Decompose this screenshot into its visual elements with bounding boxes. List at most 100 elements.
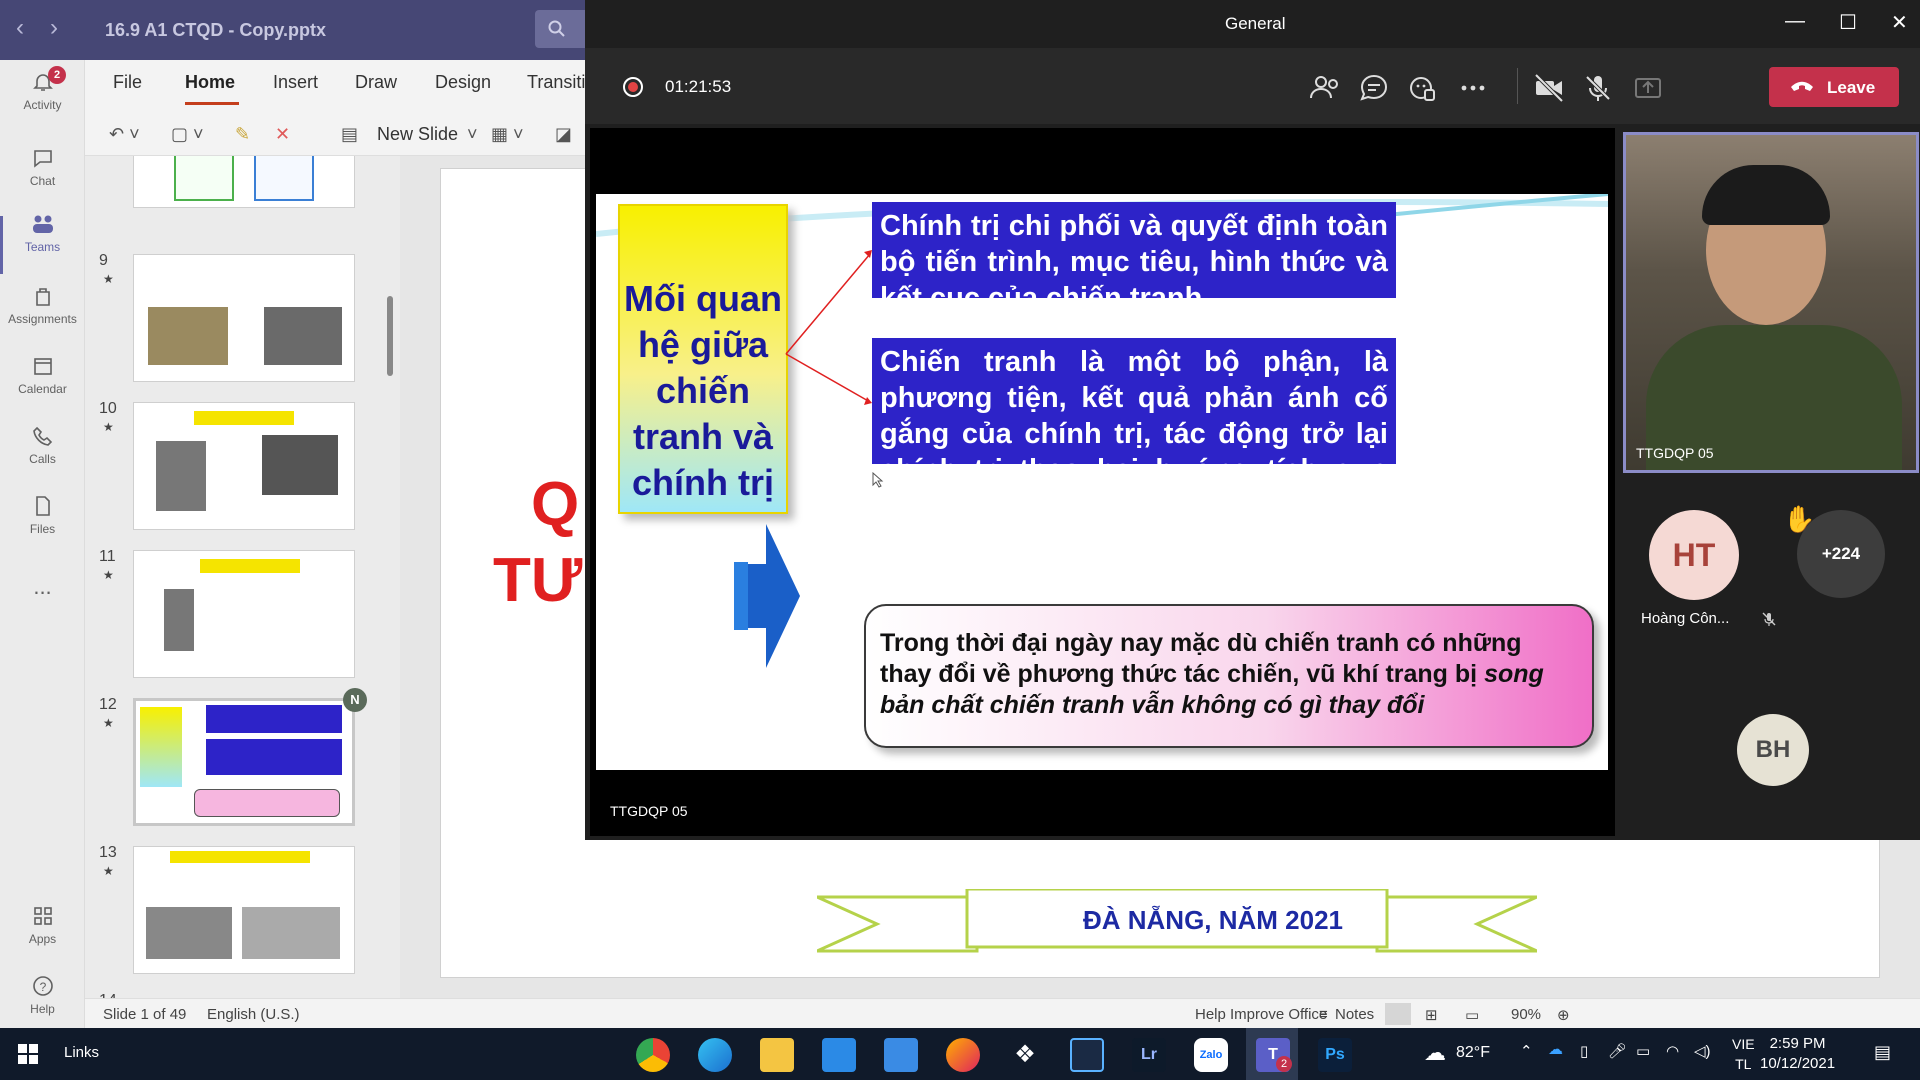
rail-item-files[interactable]: Files <box>0 494 85 562</box>
onedrive-icon[interactable]: ☁ <box>1548 1040 1563 1058</box>
presenter-video[interactable]: TTGDQP 05 <box>1623 132 1919 473</box>
thumb-image <box>264 307 342 365</box>
forward-arrow-icon[interactable]: › <box>50 14 58 42</box>
input-language[interactable]: VIE TL <box>1732 1034 1755 1074</box>
chrome-icon[interactable] <box>636 1038 670 1072</box>
maximize-icon[interactable]: ☐ <box>1839 10 1857 35</box>
share-tray-icon[interactable] <box>1630 70 1666 106</box>
back-arrow-icon[interactable]: ‹ <box>16 14 24 42</box>
avatar[interactable]: BH <box>1737 714 1809 786</box>
layout-icon[interactable]: ▦ ˅ <box>491 124 524 145</box>
chevron-up-icon[interactable]: ⌃ <box>1520 1042 1533 1060</box>
mic-off-icon[interactable] <box>1580 70 1616 106</box>
input-language-line2: TL <box>1735 1056 1752 1072</box>
links-toolbar[interactable]: Links <box>64 1044 99 1061</box>
animation-star-icon: ★ <box>103 716 114 730</box>
tab-transitions[interactable]: Transiti <box>527 72 585 93</box>
rail-item-teams[interactable]: Teams <box>0 212 85 280</box>
minimize-icon[interactable]: — <box>1785 10 1805 33</box>
rail-item-chat[interactable]: Chat <box>0 146 85 214</box>
undo-icon[interactable]: ↶ ˅ <box>109 124 140 145</box>
chat-icon <box>33 150 52 168</box>
thumbnail-slide-13[interactable] <box>133 846 355 974</box>
notes-icon[interactable]: ≡ <box>1319 1006 1328 1023</box>
rail-more-button[interactable]: ... <box>0 574 85 642</box>
avatar[interactable]: HT <box>1649 510 1739 600</box>
new-slide-button[interactable]: New Slide <box>377 124 458 145</box>
app-icon[interactable] <box>1070 1038 1104 1072</box>
thumbnail-slide-11[interactable] <box>133 550 355 678</box>
clock-date: 10/12/2021 <box>1760 1055 1836 1072</box>
thumbnail-slide-12[interactable] <box>133 698 355 826</box>
system-clock[interactable]: 2:59 PM 10/12/2021 <box>1760 1034 1835 1074</box>
file-explorer-icon[interactable] <box>760 1038 794 1072</box>
notification-center-icon[interactable]: ▤ <box>1874 1042 1891 1063</box>
reading-view-icon[interactable]: ▭ <box>1465 1006 1479 1024</box>
firefox-icon[interactable] <box>946 1038 980 1072</box>
thumb-image <box>242 907 340 959</box>
rail-item-calls[interactable]: Calls <box>0 424 85 492</box>
activity-badge: 2 <box>48 66 66 84</box>
windows-start-icon[interactable] <box>18 1044 38 1064</box>
more-options-icon[interactable] <box>1455 70 1491 106</box>
lightroom-icon[interactable]: Lr <box>1132 1038 1166 1072</box>
shared-content-stage: Mối quan hệ giữa chiến tranh và chính tr… <box>590 128 1615 836</box>
vscode-icon[interactable] <box>822 1038 856 1072</box>
thumbnail-slide-8[interactable] <box>133 156 355 208</box>
weather-cloud-icon[interactable]: ☁ <box>1424 1040 1446 1066</box>
battery-icon[interactable]: ▭ <box>1636 1042 1650 1060</box>
thumbnail-slide-9[interactable] <box>133 254 355 382</box>
thumbnail-scrollbar[interactable] <box>387 296 393 376</box>
shape-icon[interactable]: ◪ <box>555 124 572 145</box>
tab-draw[interactable]: Draw <box>355 72 397 93</box>
thumb-box <box>174 156 234 201</box>
rail-item-activity[interactable]: 2 Activity <box>0 66 85 138</box>
delete-icon[interactable]: ✕ <box>275 124 290 145</box>
help-improve-office-link[interactable]: Help Improve Office <box>1195 1006 1327 1023</box>
weather-temp[interactable]: 82°F <box>1456 1044 1490 1062</box>
apps-icon <box>33 907 52 925</box>
paste-icon[interactable]: ▢ ˅ <box>171 124 204 145</box>
microphone-icon[interactable]: 🎤︎ <box>1608 1042 1627 1060</box>
mail-icon[interactable] <box>884 1038 918 1072</box>
tab-design[interactable]: Design <box>435 72 491 93</box>
leave-button[interactable]: Leave <box>1769 67 1899 107</box>
camera-off-icon[interactable] <box>1531 70 1567 106</box>
thumb-title-bar <box>200 559 300 573</box>
edge-icon[interactable] <box>698 1038 732 1072</box>
zalo-icon[interactable]: Zalo <box>1194 1038 1228 1072</box>
thumbnail-slide-10[interactable] <box>133 402 355 530</box>
more-participants-button[interactable]: +224 <box>1797 510 1885 598</box>
rail-label-calendar: Calendar <box>18 382 67 396</box>
zoom-level[interactable]: 90% <box>1511 1006 1541 1023</box>
slide-counter: Slide 1 of 49 <box>103 1006 187 1023</box>
device-icon[interactable]: ▯ <box>1580 1042 1588 1060</box>
photoshop-icon[interactable]: Ps <box>1318 1038 1352 1072</box>
thumb-image <box>148 307 228 365</box>
thumb-image <box>262 435 338 495</box>
chevron-down-icon[interactable]: ˅ <box>467 124 478 145</box>
language-indicator[interactable]: English (U.S.) <box>207 1006 300 1023</box>
rail-item-apps[interactable]: Apps <box>0 904 85 972</box>
normal-view-icon[interactable] <box>1385 1003 1411 1025</box>
tab-insert[interactable]: Insert <box>273 72 318 93</box>
new-slide-icon[interactable]: ▤ <box>341 124 358 145</box>
rail-item-assignments[interactable]: Assignments <box>0 284 85 352</box>
tab-file[interactable]: File <box>113 72 142 93</box>
notes-button[interactable]: Notes <box>1335 1006 1374 1023</box>
close-icon[interactable]: ✕ <box>1891 10 1908 35</box>
participants-icon[interactable] <box>1307 70 1343 106</box>
fit-slide-icon[interactable]: ⊕ <box>1557 1006 1570 1024</box>
reactions-icon[interactable] <box>1405 70 1441 106</box>
rail-item-calendar[interactable]: Calendar <box>0 354 85 422</box>
tab-home[interactable]: Home <box>185 72 235 93</box>
volume-icon[interactable]: ◁) <box>1694 1042 1711 1060</box>
teams-badge: 2 <box>1276 1056 1292 1072</box>
chat-icon[interactable] <box>1356 70 1392 106</box>
slide-sorter-icon[interactable]: ⊞ <box>1425 1006 1438 1024</box>
co-author-badge: N <box>343 688 367 712</box>
wifi-icon[interactable]: ◠ <box>1666 1042 1679 1060</box>
animation-star-icon: ★ <box>103 864 114 878</box>
format-painter-icon[interactable]: ✎ <box>235 124 250 145</box>
dropbox-icon[interactable]: ❖ <box>1008 1038 1042 1072</box>
